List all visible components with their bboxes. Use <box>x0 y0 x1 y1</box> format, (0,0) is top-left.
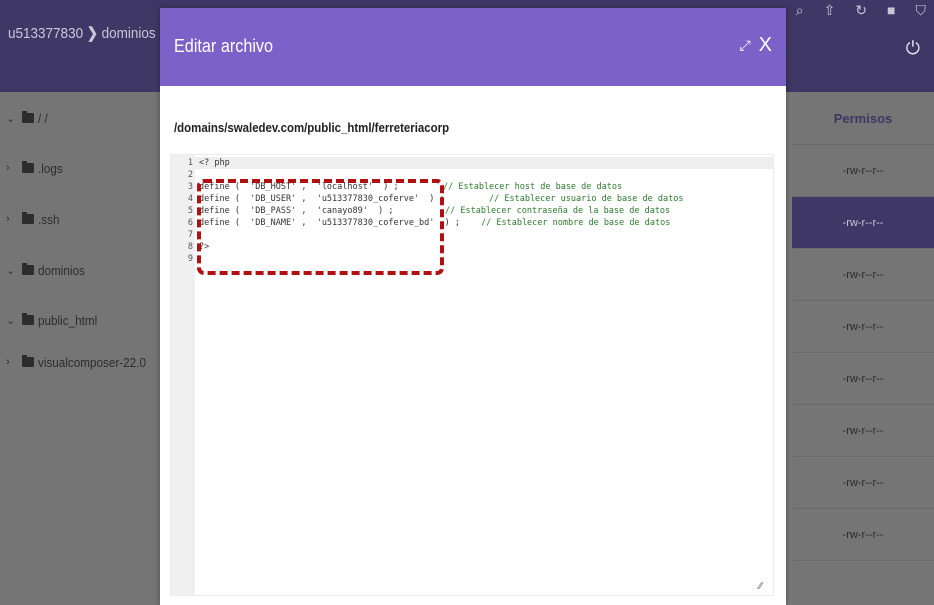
breadcrumb-dominios[interactable]: dominios <box>102 25 156 42</box>
modal-header: Editar archivo ⤢ X <box>160 8 786 86</box>
tree-item-dominios[interactable]: ⌄ dominios <box>6 260 90 280</box>
folder-tree: ⌄ / / › .logs › .ssh ⌄ dominios ⌄ public… <box>0 92 160 605</box>
power-icon[interactable]: ⏻ <box>906 38 920 59</box>
line-number: 8 <box>187 242 193 252</box>
toolbar-icons: ⌕ ⇧ ↻ ■ ⛉ <box>796 2 926 19</box>
line-number: 6 <box>187 218 193 228</box>
comment-line-4: // Establecer usuario de base de datos <box>489 194 684 204</box>
edit-file-modal: Editar archivo ⤢ X /domains/swaledev.com… <box>160 8 786 605</box>
line-number: 9 <box>187 254 193 264</box>
expand-icon[interactable]: ⤢ <box>739 37 750 54</box>
line-gutter: 1 2 3 4 5 6 7 8 9 <box>171 155 195 595</box>
chevron-down-icon: ⌄ <box>6 264 16 277</box>
chevron-down-icon: ⌄ <box>6 314 16 327</box>
line-number: 1 <box>187 158 193 168</box>
breadcrumb: u513377830 ❯ dominios <box>8 24 156 42</box>
permission-cell: -rw-r--r-- <box>792 509 934 561</box>
permissions-column: Permisos -rw-r--r-- -rw-r--r-- -rw-r--r-… <box>792 92 934 605</box>
modal-title: Editar archivo <box>174 36 274 56</box>
permission-cell: -rw-r--r-- <box>792 457 934 509</box>
comment-line-5: // Establecer contraseña de la base de d… <box>445 206 671 216</box>
tree-item-ssh[interactable]: › .ssh <box>6 209 62 229</box>
shield-icon[interactable]: ⛉ <box>916 2 927 19</box>
permission-cell: -rw-r--r-- <box>792 301 934 353</box>
permission-cell: -rw-r--r-- <box>792 145 934 197</box>
permission-cell: -rw-r--r-- <box>792 353 934 405</box>
refresh-icon[interactable]: ↻ <box>855 2 867 19</box>
close-button[interactable]: X <box>759 34 772 57</box>
annotation-highlight-box <box>197 179 444 275</box>
permission-cell: -rw-r--r-- <box>792 405 934 457</box>
tree-item-logs[interactable]: › .logs <box>6 158 65 178</box>
chevron-right-icon: › <box>6 162 10 174</box>
folder-open-icon <box>22 313 34 325</box>
upload-icon[interactable]: ⇧ <box>824 2 836 19</box>
line-number: 2 <box>187 170 193 180</box>
active-line-highlight <box>195 157 773 169</box>
tree-item-visualcomposer[interactable]: › visualcomposer-22.0 <box>6 352 158 372</box>
resize-handle-icon[interactable]: ∕∕ <box>759 582 767 592</box>
permission-cell: -rw-r--r-- <box>792 197 934 249</box>
comment-line-6: // Establecer nombre de base de datos <box>481 218 671 228</box>
line-number: 3 <box>187 182 193 192</box>
chevron-right-icon: › <box>6 356 10 368</box>
folder-icon <box>22 212 34 224</box>
line-number: 4 <box>187 194 193 204</box>
chevron-right-icon: › <box>6 213 10 225</box>
tree-item-public-html[interactable]: ⌄ public_html <box>6 310 104 330</box>
line-number: 7 <box>187 230 193 240</box>
chevron-down-icon: ⌄ <box>6 112 16 125</box>
folder-open-icon <box>22 263 34 275</box>
trash-icon[interactable]: ■ <box>887 2 895 19</box>
code-line-1: <? php <box>199 158 230 168</box>
comment-line-3: // Establecer host de base de datos <box>443 182 623 192</box>
folder-icon <box>22 355 34 367</box>
folder-icon <box>22 161 34 173</box>
modal-actions: ⤢ X <box>739 34 772 57</box>
line-number: 5 <box>187 206 193 216</box>
chevron-right-icon: ❯ <box>86 25 99 42</box>
folder-open-icon <box>22 111 34 123</box>
file-path: /domains/swaledev.com/public_html/ferret… <box>174 120 450 135</box>
permissions-header[interactable]: Permisos <box>792 92 934 145</box>
breadcrumb-user[interactable]: u513377830 <box>8 25 83 42</box>
permission-cell: -rw-r--r-- <box>792 249 934 301</box>
search-icon[interactable]: ⌕ <box>796 2 804 19</box>
tree-root[interactable]: ⌄ / / <box>6 108 49 128</box>
